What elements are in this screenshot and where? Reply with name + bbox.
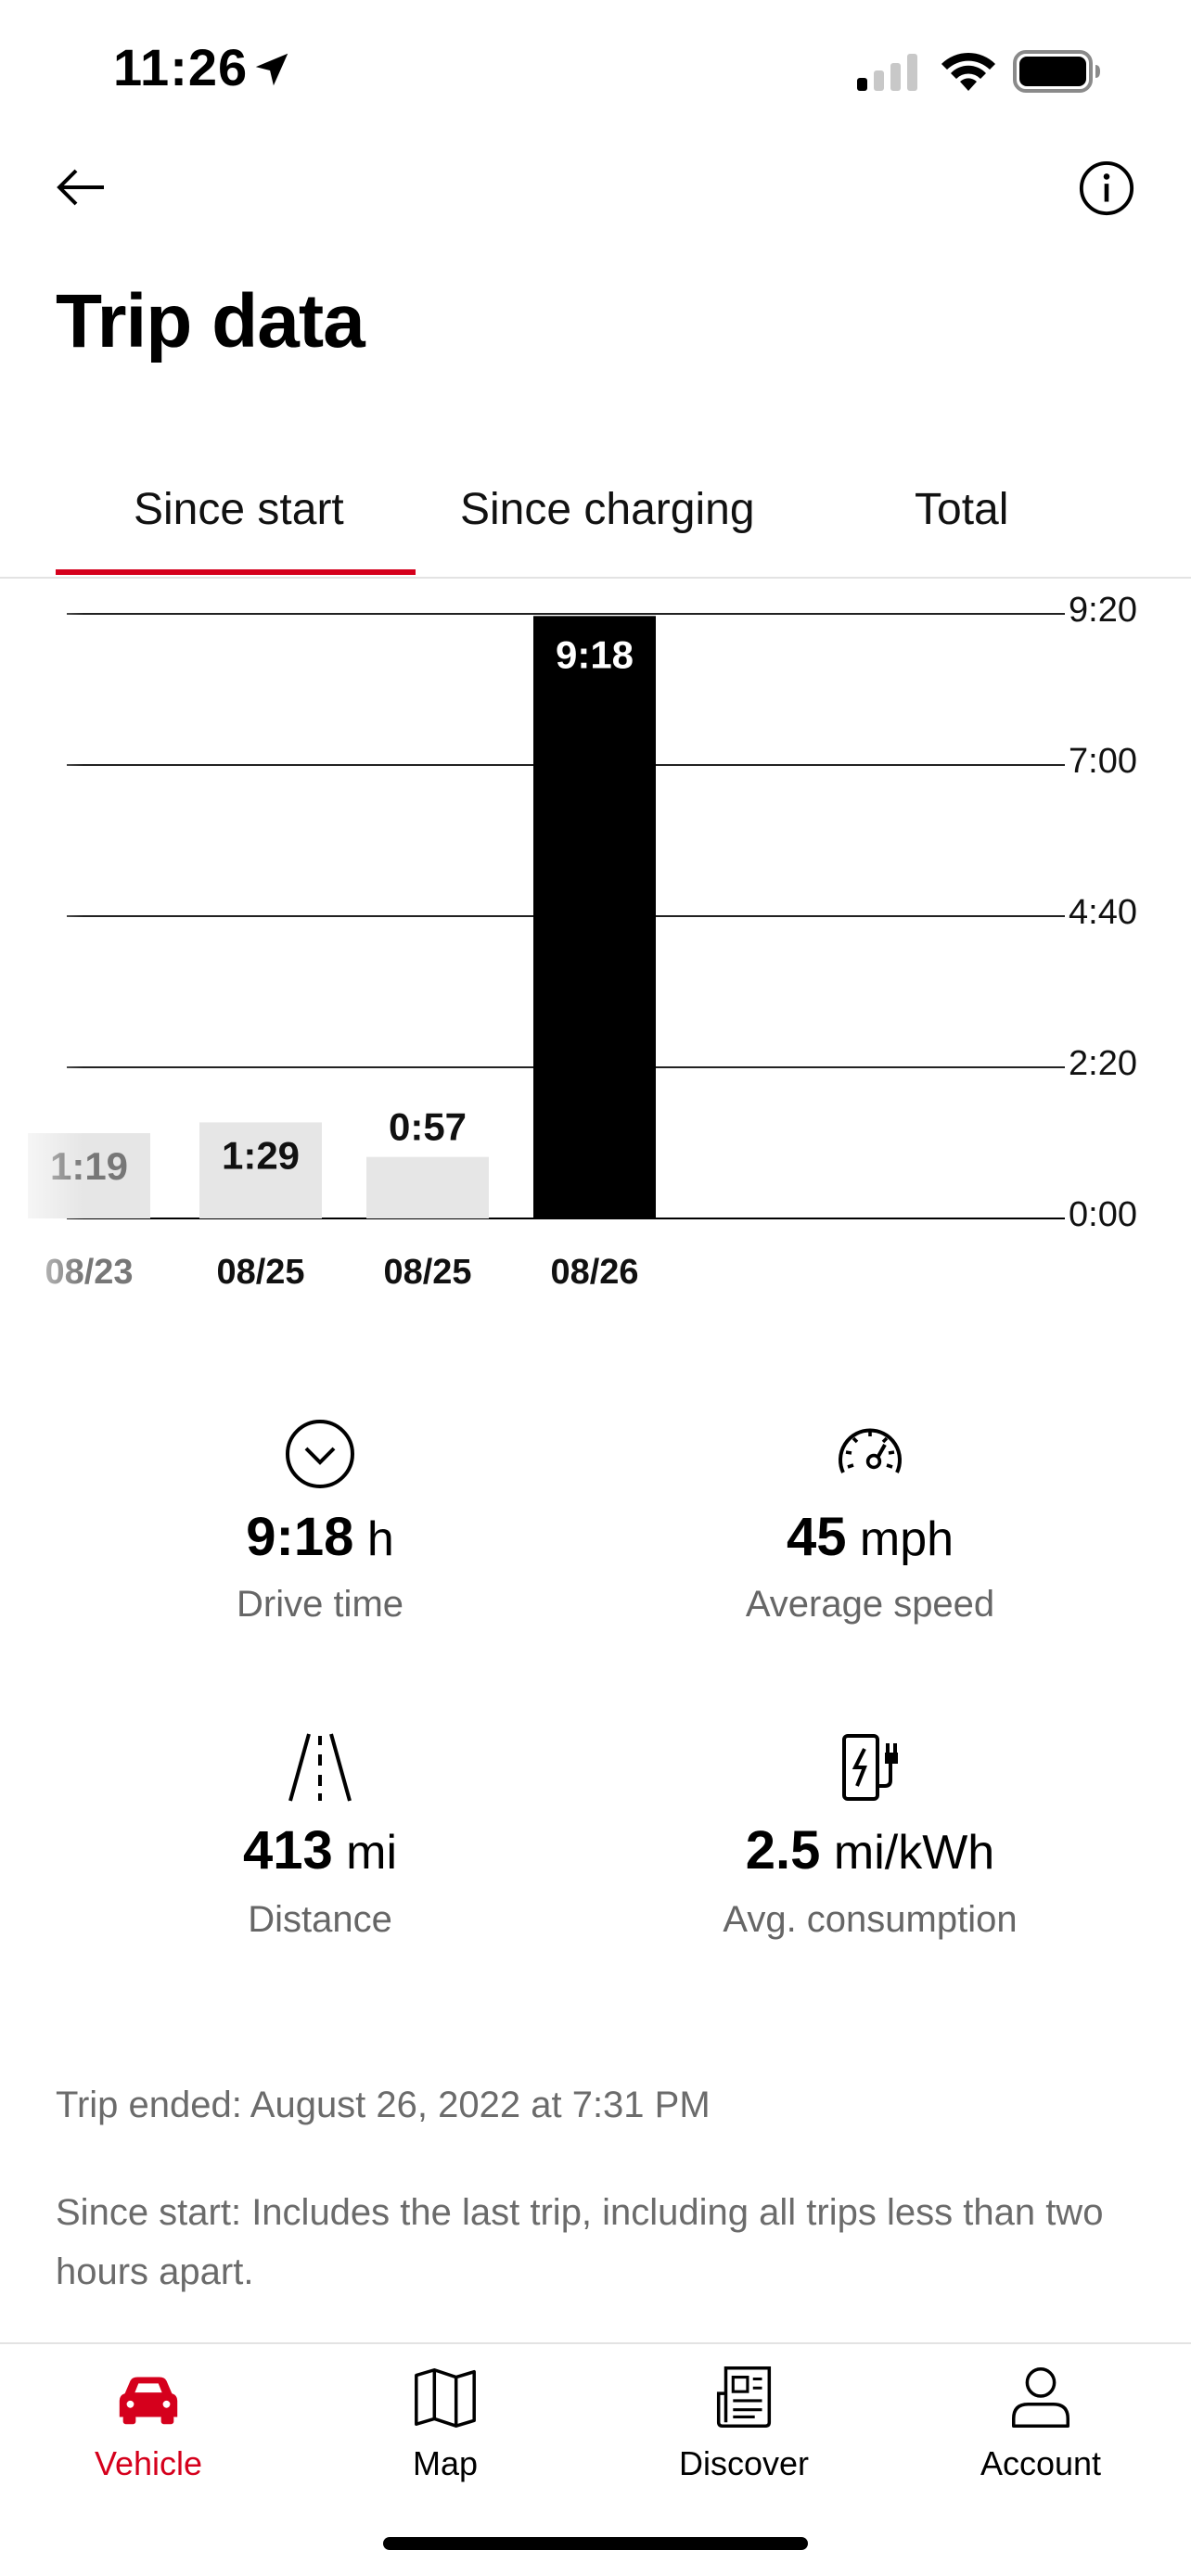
chart-x-tick-label: 08/23 xyxy=(45,1253,133,1292)
wifi-icon xyxy=(941,52,995,91)
nav-label-account: Account xyxy=(980,2444,1102,2482)
nav-item-discover[interactable]: Discover xyxy=(642,2352,846,2483)
tab-since-charging[interactable]: Since charging xyxy=(460,484,755,535)
chart-bar-value-label: 0:57 xyxy=(389,1105,467,1149)
info-icon[interactable] xyxy=(1078,159,1135,217)
nav-item-map[interactable]: Map xyxy=(343,2352,547,2483)
active-tab-indicator xyxy=(56,569,416,575)
home-indicator[interactable] xyxy=(383,2537,808,2550)
cellular-signal-icon xyxy=(857,54,917,91)
clock-chevron-icon xyxy=(286,1420,354,1488)
drive-time-label: Drive time xyxy=(236,1584,404,1625)
chart-y-tick-label: 9:20 xyxy=(1069,591,1137,630)
nav-item-account[interactable]: Account xyxy=(939,2352,1143,2483)
nav-item-vehicle[interactable]: Vehicle xyxy=(46,2352,250,2483)
back-arrow-icon[interactable] xyxy=(52,158,111,217)
chart-bar-value-label: 9:18 xyxy=(556,632,634,676)
trip-ended-text: Trip ended: August 26, 2022 at 7:31 PM xyxy=(56,2085,711,2125)
tab-total[interactable]: Total xyxy=(915,484,1008,535)
map-icon xyxy=(415,2367,476,2428)
chart-x-tick-label: 08/26 xyxy=(550,1253,638,1292)
nav-label-vehicle: Vehicle xyxy=(94,2444,203,2482)
drive-time-bar-chart[interactable]: 0:00 2:20 4:40 7:00 9:20 1:19 08/23 1:29 08/25 0:… xyxy=(0,579,1191,1320)
consumption-value: 2.5 mi/kWh xyxy=(745,1820,995,1881)
chart-bar xyxy=(366,1156,489,1218)
nav-label-map: Map xyxy=(412,2444,479,2482)
distance-value: 413 mi xyxy=(242,1820,398,1881)
page-title: Trip data xyxy=(56,279,365,363)
nav-label-discover: Discover xyxy=(678,2444,810,2482)
car-icon xyxy=(119,2377,178,2425)
bottom-nav-divider xyxy=(0,2342,1191,2344)
chart-y-tick-label: 2:20 xyxy=(1069,1044,1137,1083)
chart-y-tick-label: 4:40 xyxy=(1069,893,1137,932)
distance-label: Distance xyxy=(248,1899,392,1940)
since-start-note: Since start: Includes the last trip, inc… xyxy=(56,2192,1104,2292)
average-speed-value: 45 mph xyxy=(786,1507,954,1567)
chart-bar-value-label: 1:29 xyxy=(222,1133,300,1177)
speedometer-icon xyxy=(839,1428,902,1473)
chart-y-tick-label: 7:00 xyxy=(1069,742,1137,781)
person-icon xyxy=(1011,2367,1070,2428)
status-time: 11:26 xyxy=(113,38,249,96)
chart-y-tick-label: 0:00 xyxy=(1069,1195,1137,1234)
tab-since-start[interactable]: Since start xyxy=(134,484,344,535)
drive-time-value: 9:18 h xyxy=(246,1507,394,1567)
location-arrow-icon xyxy=(255,53,288,86)
road-icon xyxy=(288,1733,352,1802)
chart-x-tick-label: 08/25 xyxy=(216,1253,304,1292)
chart-x-tick-label: 08/25 xyxy=(383,1253,471,1292)
battery-icon xyxy=(1013,50,1100,93)
news-icon xyxy=(716,2366,772,2428)
chart-bar-value-label: 1:19 xyxy=(50,1144,128,1188)
average-speed-label: Average speed xyxy=(745,1584,995,1625)
consumption-label: Avg. consumption xyxy=(723,1899,1018,1940)
chart-bar xyxy=(533,616,656,1218)
charging-station-icon xyxy=(842,1734,898,1801)
